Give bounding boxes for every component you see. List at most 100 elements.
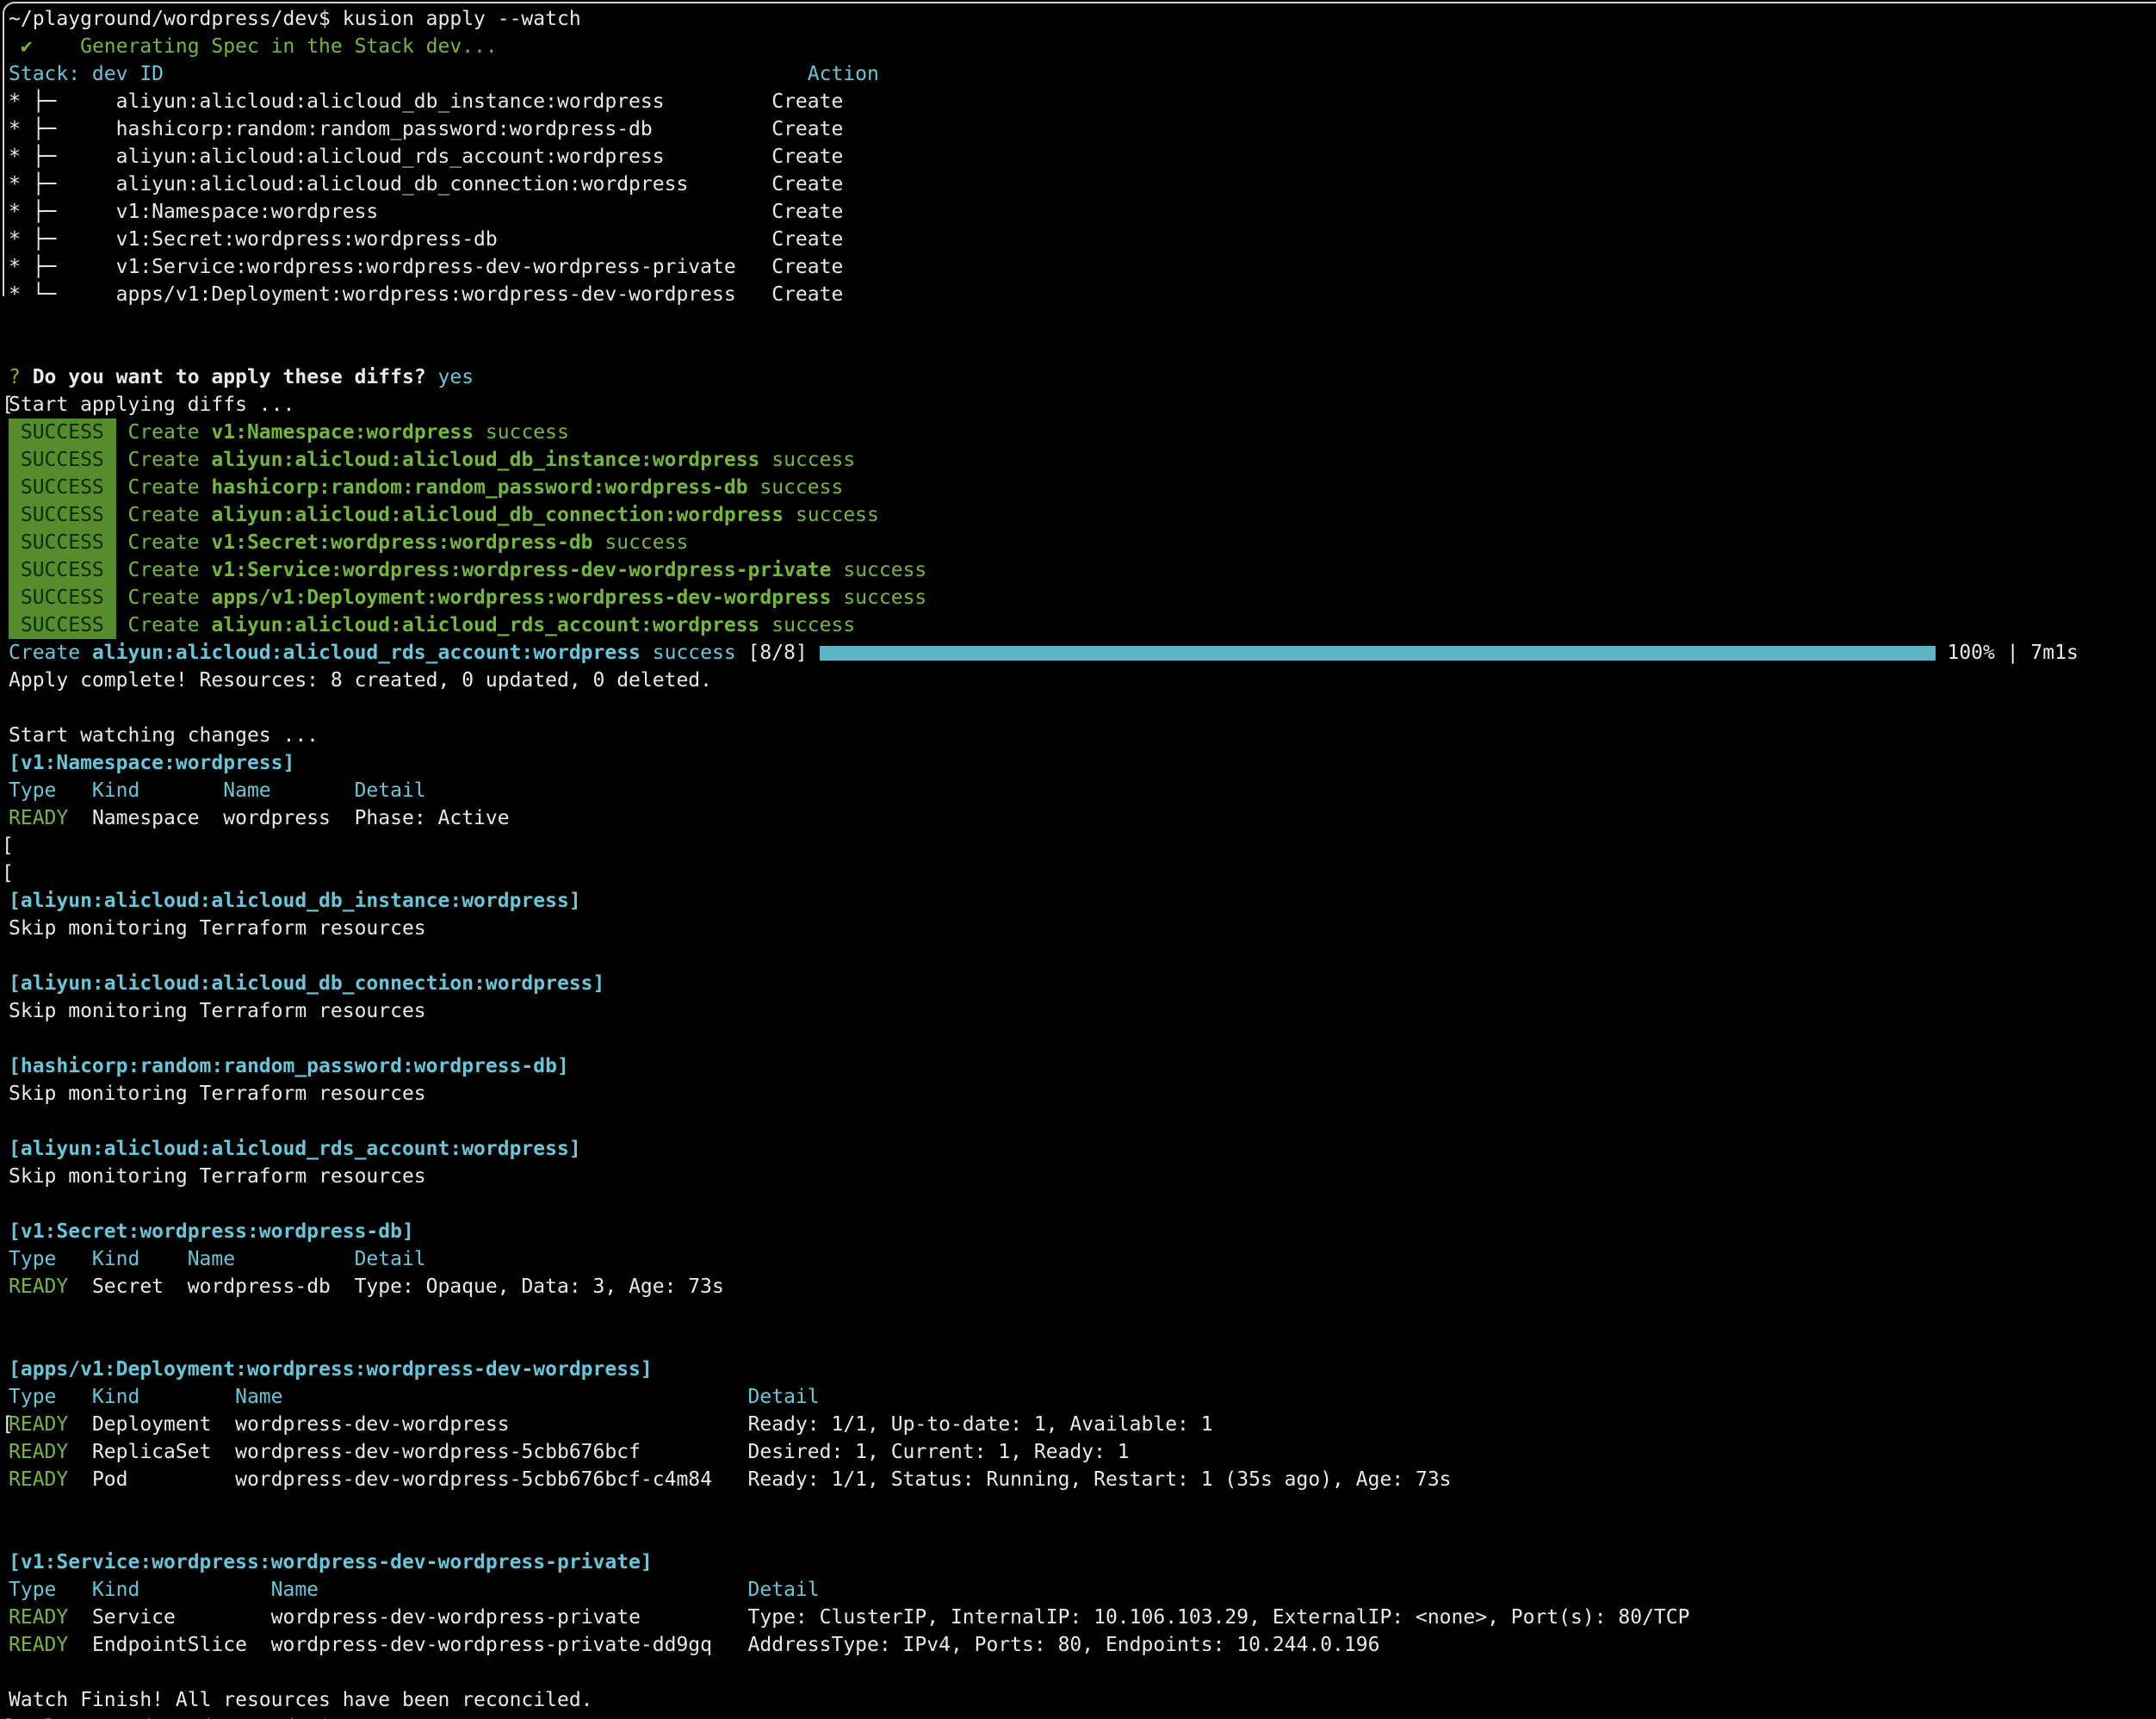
success-badge: SUCCESS [9,501,116,529]
stray-bracket: [ [2,1411,14,1438]
success-badge: SUCCESS [9,446,116,474]
text-segment: * ├─ v1:Namespace:wordpress [9,201,378,223]
column-spacer [510,1413,748,1436]
text-segment [116,559,128,581]
text-segment: Create [127,504,211,526]
text-segment: aliyun:alicloud:alicloud_rds_account:wor… [211,614,759,636]
watch-section-header: [v1:Secret:wordpress:wordpress-db] [9,1218,2156,1245]
blank-line [9,1493,2156,1521]
text-segment: Skip monitoring Terraform resources [9,1083,426,1105]
blank-line [9,1108,2156,1135]
plan-resource-row: * ├─ v1:Secret:wordpress:wordpress-db Cr… [9,226,2156,253]
watch-status-row: READY ReplicaSet wordpress-dev-wordpress… [9,1438,2156,1466]
text-segment: Generating Spec in the Stack dev... [33,35,498,58]
success-badge: SUCCESS [9,529,116,556]
text-segment: Ready: 1/1, Status: Running, Restart: 1 … [748,1468,1452,1491]
text-segment: Type Kind Name [9,1386,283,1408]
plan-resource-row: * ├─ v1:Service:wordpress:wordpress-dev-… [9,253,2156,281]
watch-section-header: [aliyun:alicloud:alicloud_rds_account:wo… [9,1135,2156,1163]
apply-success-row: SUCCESS Create hashicorp:random:random_p… [9,474,2156,501]
question-icon: ? [9,366,21,388]
watch-section-header: [hashicorp:random:random_password:wordpr… [9,1052,2156,1080]
skip-monitoring-line: Skip monitoring Terraform resources [9,997,2156,1025]
blank-line [9,942,2156,970]
watch-finish-line: Watch Finish! All resources have been re… [9,1686,2156,1714]
text-segment: Create [771,146,843,168]
text-segment: Skip monitoring Terraform resources [9,1165,426,1188]
success-badge: SUCCESS [9,584,116,611]
watch-table-header: Type Kind Name Detail [9,1383,2156,1411]
text-segment: success [784,504,879,526]
watch-section-header: [apps/v1:Deployment:wordpress:wordpress-… [9,1356,2156,1383]
text-segment: Create [771,283,843,306]
start-applying-line: [Start applying diffs ... [9,391,2156,419]
column-spacer [665,146,772,168]
confirm-answer: yes [438,366,474,388]
column-spacer [665,90,772,113]
progress-stats: 100% | 7m1s [1936,642,2079,664]
watch-status-row: READY Namespace wordpress Phase: Active [9,804,2156,832]
spec-generation-status: ✔ Generating Spec in the Stack dev... [9,33,2156,60]
text-segment: * ├─ v1:Secret:wordpress:wordpress-db [9,228,498,251]
apply-success-row: SUCCESS Create v1:Namespace:wordpress su… [9,419,2156,446]
text-segment: ~/playground/wordpress/dev$ kusion apply… [9,8,581,30]
ready-status: READY [9,1275,68,1298]
text-segment: EndpointSlice wordpress-dev-wordpress-pr… [68,1634,712,1656]
apply-success-row: SUCCESS Create v1:Service:wordpress:word… [9,556,2156,584]
ready-status: READY [9,1634,68,1656]
progress-bar [820,646,1936,661]
text-segment: Pod wordpress-dev-wordpress-5cbb676bcf-c… [68,1468,712,1491]
stray-bracket: [ [2,860,14,887]
column-spacer [653,118,771,140]
text-segment: * └─ apps/v1:Deployment:wordpress:wordpr… [9,283,736,306]
text-segment: Create [127,421,211,444]
blank-line [9,1190,2156,1218]
text-segment: [v1:Service:wordpress:wordpress-dev-word… [9,1551,653,1573]
text-segment: success [831,559,926,581]
text-segment: [v1:Secret:wordpress:wordpress-db] [9,1220,414,1243]
watch-table-header: Type Kind Name Detail [9,1245,2156,1273]
text-segment: Create [771,256,843,278]
text-segment: Create [771,173,843,195]
check-icon: ✔ [9,35,33,58]
text-segment [116,449,128,471]
stray-bracket-line: [ [9,832,2156,860]
text-segment: Create [771,228,843,251]
stray-bracket-line: [ [9,860,2156,887]
text-segment: Detail [748,1579,820,1601]
text-segment: hashicorp:random:random_password:wordpre… [211,476,747,499]
text-segment: Stack: dev ID [9,63,164,85]
blank-line [9,1025,2156,1052]
progress-line: Create aliyun:alicloud:alicloud_rds_acco… [9,639,2156,667]
text-segment: Type Kind Name [9,1579,319,1601]
text-segment: Apply complete! Resources: 8 created, 0 … [9,669,712,692]
text-segment: Create [9,642,92,664]
column-spacer [498,228,772,251]
column-spacer [736,256,772,278]
plan-resource-row: * ├─ aliyun:alicloud:alicloud_rds_accoun… [9,143,2156,171]
column-spacer [641,1441,748,1463]
text-segment: Skip monitoring Terraform resources [9,917,426,940]
text-segment: success [759,449,855,471]
blank-line [9,1300,2156,1328]
text-segment: Create [127,559,211,581]
text-segment [116,476,128,499]
watch-section-header: [aliyun:alicloud:alicloud_db_connection:… [9,970,2156,997]
text-segment: [aliyun:alicloud:alicloud_rds_account:wo… [9,1138,581,1160]
text-segment: ReplicaSet wordpress-dev-wordpress-5cbb6… [68,1441,641,1463]
stray-bracket: [ [2,832,14,860]
ready-status: READY [9,1606,68,1629]
text-segment: Start applying diffs ... [9,394,294,416]
text-segment: success [831,586,926,609]
terminal[interactable]: ~/playground/wordpress/dev$ kusion apply… [0,0,2156,1719]
text-segment: Deployment wordpress-dev-wordpress [68,1413,509,1436]
plan-table-header: Stack: dev ID Action [9,60,2156,88]
ready-status: READY [9,1441,68,1463]
text-segment: [aliyun:alicloud:alicloud_db_instance:wo… [9,890,581,912]
watch-status-row: READY Service wordpress-dev-wordpress-pr… [9,1604,2156,1631]
blank-line [9,1521,2156,1548]
column-spacer [736,283,772,306]
text-segment: v1:Secret:wordpress:wordpress-db [211,531,592,554]
skip-monitoring-line: Skip monitoring Terraform resources [9,1080,2156,1108]
watch-start-line: Start watching changes ... [9,722,2156,749]
